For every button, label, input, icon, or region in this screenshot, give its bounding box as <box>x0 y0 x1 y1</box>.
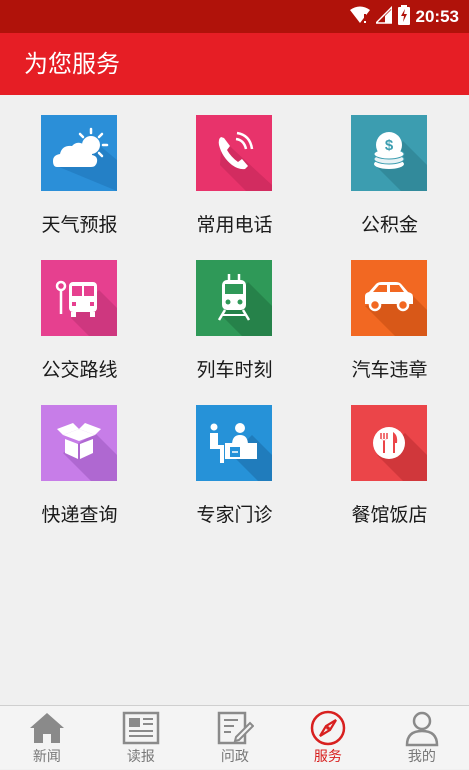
edit-form-icon <box>216 709 255 747</box>
service-label: 餐馆饭店 <box>351 504 428 526</box>
tab-label: 我的 <box>407 749 436 765</box>
service-bus[interactable]: 公交路线 <box>2 240 157 385</box>
tab-profile[interactable]: 我的 <box>375 706 469 770</box>
svg-text:$: $ <box>385 137 394 154</box>
tab-newspaper[interactable]: 读报 <box>94 706 188 770</box>
service-label: 列车时刻 <box>196 359 273 381</box>
weather-cloud-sun-icon <box>41 115 117 191</box>
tab-label: 问政 <box>220 749 249 765</box>
home-icon <box>28 709 66 747</box>
status-time: 20:53 <box>415 7 459 26</box>
page-title: 为您服务 <box>24 50 120 78</box>
service-provident-fund[interactable]: $ 公积金 <box>312 95 467 240</box>
service-express[interactable]: 快递查询 <box>2 385 157 530</box>
service-phone[interactable]: 常用电话 <box>157 95 312 240</box>
doctor-consult-icon <box>196 405 272 481</box>
service-label: 汽车违章 <box>351 359 428 381</box>
coins-icon: $ <box>351 115 427 191</box>
service-label: 常用电话 <box>196 214 273 236</box>
wifi-icon <box>349 6 370 28</box>
service-train[interactable]: 列车时刻 <box>157 240 312 385</box>
status-bar: 20:53 <box>0 0 469 33</box>
bus-stop-icon <box>41 260 117 336</box>
service-weather[interactable]: 天气预报 <box>2 95 157 240</box>
tab-label: 读报 <box>126 749 155 765</box>
restaurant-icon <box>351 405 427 481</box>
service-label: 公交路线 <box>41 359 118 381</box>
bottom-tab-bar: 新闻 读报 问政 服务 我的 <box>0 705 469 769</box>
car-icon <box>351 260 427 336</box>
signal-icon <box>373 5 393 28</box>
tab-inquiry[interactable]: 问政 <box>188 706 282 770</box>
compass-icon <box>309 709 347 747</box>
tab-label: 新闻 <box>32 749 61 765</box>
battery-charging-icon <box>397 5 410 29</box>
train-icon <box>196 260 272 336</box>
status-icons: 20:53 <box>349 5 459 29</box>
service-label: 专家门诊 <box>196 504 273 526</box>
tab-services[interactable]: 服务 <box>281 706 375 770</box>
service-expert-clinic[interactable]: 专家门诊 <box>157 385 312 530</box>
service-traffic-violation[interactable]: 汽车违章 <box>312 240 467 385</box>
user-icon <box>403 709 441 747</box>
service-restaurant[interactable]: 餐馆饭店 <box>312 385 467 530</box>
service-label: 天气预报 <box>41 214 118 236</box>
service-label: 快递查询 <box>41 504 118 526</box>
package-icon <box>41 405 117 481</box>
header-bar: 为您服务 <box>0 33 469 95</box>
tab-news[interactable]: 新闻 <box>0 706 94 770</box>
service-grid: 天气预报 常用电话 $ 公积金 公交路线 列车时刻 汽车违章 快递查询 专家门诊… <box>0 95 469 705</box>
tab-label: 服务 <box>313 749 342 765</box>
newspaper-icon <box>122 709 160 747</box>
service-label: 公积金 <box>360 214 418 236</box>
phone-icon <box>196 115 272 191</box>
